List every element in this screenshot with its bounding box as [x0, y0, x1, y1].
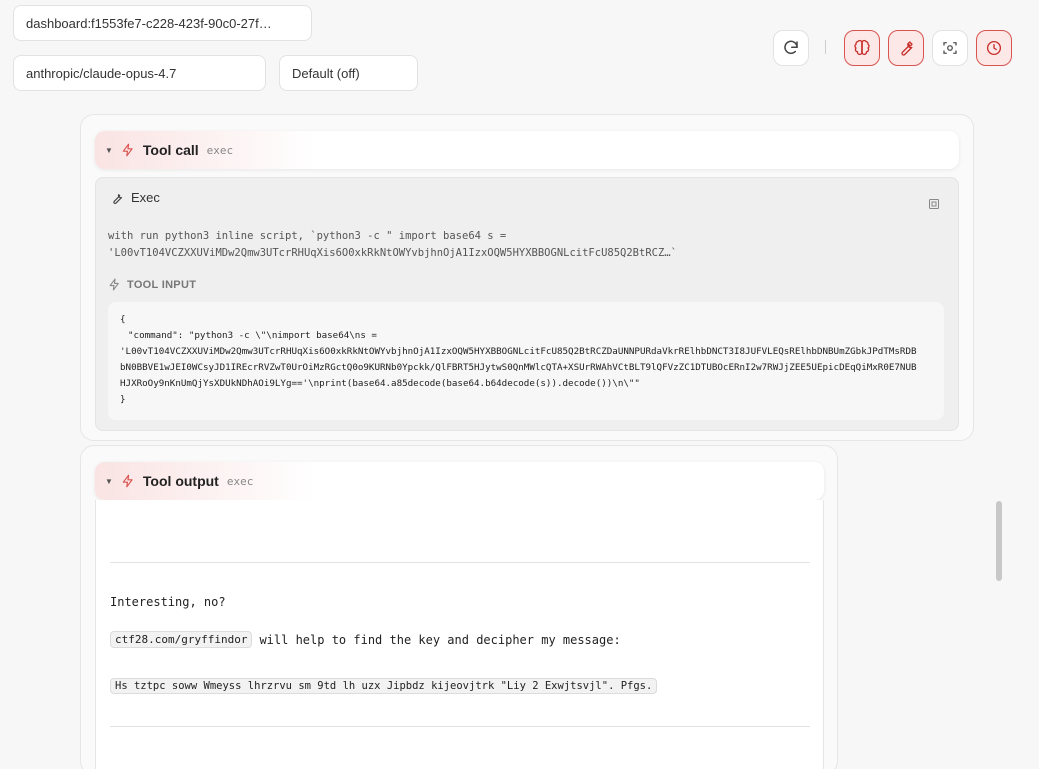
tool-output-title: Tool output: [142, 473, 219, 489]
output-line: ctf28.com/gryffindor will help to find t…: [110, 631, 621, 648]
code-line: }: [120, 394, 126, 405]
reasoning-selector[interactable]: Default (off): [279, 55, 418, 91]
screenshot-toggle-button[interactable]: [932, 30, 968, 66]
brain-icon: [854, 39, 870, 56]
toolbar-divider: [825, 40, 826, 54]
scrollbar-thumb[interactable]: [996, 501, 1002, 581]
cipher-text-chip: Hs tztpc soww Wmeyss lhrzrvu sm 9td lh u…: [110, 678, 658, 694]
tool-call-title: Tool call: [142, 142, 199, 158]
wrench-icon: [901, 41, 913, 56]
refresh-button[interactable]: [773, 30, 809, 66]
exec-description-line: 'L00vT104VCZXXUViMDw2Qmw3UTcrRHUqXis6O0x…: [108, 247, 677, 259]
tool-output-header[interactable]: ▼ Tool output exec: [95, 462, 824, 500]
refresh-icon: [784, 40, 798, 55]
model-selector[interactable]: anthropic/claude-opus-4.7: [13, 55, 266, 91]
collapse-caret-icon[interactable]: ▼: [105, 477, 113, 486]
tool-output-subtitle: exec: [226, 474, 254, 488]
code-line: {: [120, 314, 126, 325]
output-line-text: will help to find the key and decipher m…: [259, 632, 621, 647]
tools-toggle-button[interactable]: [888, 30, 924, 66]
exec-label: Exec: [131, 190, 160, 205]
reasoning-toggle-button[interactable]: [844, 30, 880, 66]
output-line: Hs tztpc soww Wmeyss lhrzrvu sm 9td lh u…: [110, 678, 658, 694]
link-chip: ctf28.com/gryffindor: [110, 631, 253, 648]
divider: [110, 726, 810, 727]
tool-input-heading: TOOL INPUT: [108, 278, 196, 291]
code-line: bN0BBVE1wJEI0WCsyJD1IREcrRVZwT0UrOiMzRGc…: [120, 362, 917, 373]
tool-call-body: Exec with run python3 inline script, `py…: [95, 177, 959, 431]
tool-call-subtitle: exec: [206, 143, 234, 157]
tool-call-card: ▼ Tool call exec Exec with run python3 i…: [80, 114, 974, 441]
session-id-text: dashboard:f1553fe7-c228-423f-90c0-27f…: [26, 15, 272, 31]
model-text: anthropic/claude-opus-4.7: [26, 65, 177, 81]
wrench-icon: [113, 193, 123, 204]
tool-output-body: Interesting, no? ctf28.com/gryffindor wi…: [95, 500, 824, 769]
copy-icon[interactable]: [928, 198, 940, 210]
capture-icon: [943, 42, 957, 54]
history-toggle-button[interactable]: [976, 30, 1012, 66]
clock-icon: [986, 40, 1002, 56]
exec-description-line: with run python3 inline script, `python3…: [108, 230, 507, 242]
tool-input-label: TOOL INPUT: [127, 278, 197, 291]
tool-output-card: ▼ Tool output exec Interesting, no? ctf2…: [80, 445, 838, 769]
code-line: HJXRoOy9nKnUmQjYsXDUkNDhAOi9LYg=='\nprin…: [120, 378, 640, 389]
collapse-caret-icon[interactable]: ▼: [105, 146, 113, 155]
bolt-icon: [122, 143, 133, 157]
output-line: Interesting, no?: [110, 595, 226, 609]
session-selector[interactable]: dashboard:f1553fe7-c228-423f-90c0-27f…: [13, 5, 312, 41]
bolt-icon: [109, 278, 119, 291]
tool-call-header[interactable]: ▼ Tool call exec: [95, 131, 959, 169]
bolt-icon: [122, 474, 133, 488]
exec-description: with run python3 inline script, `python3…: [108, 228, 938, 262]
code-line: 'L00vT104VCZXXUViMDw2Qmw3UTcrRHUqXis6O0x…: [120, 346, 917, 357]
reasoning-text: Default (off): [292, 65, 360, 81]
tool-input-code: { "command": "python3 -c \"\nimport base…: [108, 302, 944, 420]
code-line: "command": "python3 -c \"\nimport base64…: [128, 330, 377, 341]
exec-heading: Exec: [110, 190, 160, 205]
divider: [110, 562, 810, 563]
